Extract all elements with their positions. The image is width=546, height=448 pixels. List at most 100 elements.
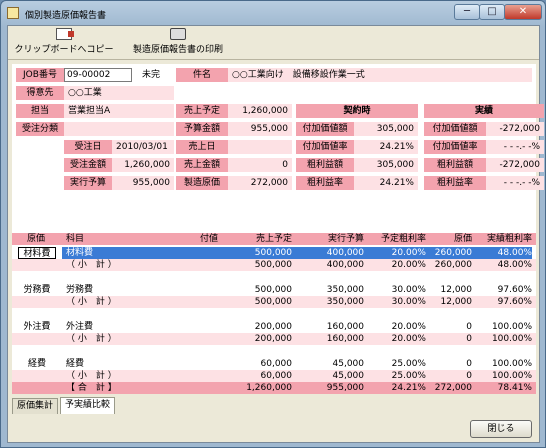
total-cell: 955,000 xyxy=(326,383,364,393)
table-cell: 100.00% xyxy=(491,334,532,344)
table-cell: 0 xyxy=(466,334,472,344)
table-cell: 400,000 xyxy=(302,247,364,259)
table-cell: 経費 xyxy=(66,359,85,369)
table-cell: 97.60% xyxy=(497,285,532,295)
contract-row-label: 粗利益額 xyxy=(296,158,354,172)
print-report-button[interactable]: 製造原価報告書の印刷 xyxy=(118,28,238,56)
contract-row-label: 粗利益率 xyxy=(296,176,354,190)
tab-strip: 原価集計 予実績比較 xyxy=(12,397,162,414)
table-cell: （ 小 計 ） xyxy=(66,371,117,381)
sales-date-value xyxy=(228,140,292,154)
maximize-button[interactable]: □ xyxy=(479,4,505,20)
status-text: 未完 xyxy=(142,70,161,80)
table-cell: 20.00% xyxy=(391,260,426,270)
sales-plan-label: 売上予定 xyxy=(176,104,228,118)
table-cell xyxy=(200,333,224,345)
total-cell: 272,000 xyxy=(434,383,472,393)
table-cell: 外注費 xyxy=(66,322,94,332)
table-row[interactable]: （ 小 計 ） 500,000 400,000 20.00% 260,000 48.00% xyxy=(12,259,536,271)
table-cell: 48.00% xyxy=(497,260,532,270)
table-cell: 97.60% xyxy=(497,297,532,307)
table-cell: 20.00% xyxy=(391,322,426,332)
mfg-cost-label: 製造原価 xyxy=(176,176,228,190)
table-row[interactable]: 経費 経費 60,000 45,000 25.00% 0 100.00% xyxy=(12,358,536,370)
total-cell: 24.21% xyxy=(391,383,426,393)
table-cell xyxy=(200,370,224,382)
table-cell: 材料費 xyxy=(18,247,56,259)
minimize-button[interactable]: ─ xyxy=(454,4,480,20)
table-cell: 労務費 xyxy=(66,285,94,295)
table-cell: 400,000 xyxy=(326,260,364,270)
total-cell: 【 合 計 】 xyxy=(66,383,117,393)
table-cell: 0 xyxy=(466,322,472,332)
column-header: 売上予定 xyxy=(255,234,292,244)
sales-amount-label: 売上金額 xyxy=(176,158,228,172)
actual-row-label: 付加価値額 xyxy=(424,122,486,136)
table-row[interactable]: 外注費 外注費 200,000 160,000 20.00% 0 100.00% xyxy=(12,321,536,333)
table-cell: 500,000 xyxy=(254,285,292,295)
contract-row-value: 24.21% xyxy=(354,176,418,190)
contract-row-value: 305,000 xyxy=(354,158,418,172)
toolbar: クリップボードへコピー 製造原価報告書の印刷 xyxy=(8,26,539,59)
table-cell: 材料費 xyxy=(66,247,186,259)
job-number-field[interactable]: 09-00002 xyxy=(64,68,132,82)
table-cell: （ 小 計 ） xyxy=(66,334,117,344)
column-header: 原価 xyxy=(453,234,472,244)
contract-row-label: 付加価値額 xyxy=(296,122,354,136)
table-cell xyxy=(200,247,224,259)
table-cell: 0 xyxy=(466,359,472,369)
table-cell: 200,000 xyxy=(254,334,292,344)
table-row[interactable]: （ 小 計 ） 60,000 45,000 25.00% 0 100.00% xyxy=(12,370,536,382)
table-cell: 20.00% xyxy=(366,247,426,259)
table-cell: （ 小 計 ） xyxy=(66,297,117,307)
actual-row-value: -272,000 xyxy=(486,158,544,172)
order-class-value xyxy=(64,122,174,136)
table-cell: 60,000 xyxy=(260,359,293,369)
staff-label: 担当 xyxy=(16,104,64,118)
table-cell xyxy=(18,259,56,271)
client-area: クリップボードへコピー 製造原価報告書の印刷 JOB番号 09-00002 未完… xyxy=(7,25,544,443)
table-row[interactable]: （ 小 計 ） 500,000 350,000 30.00% 12,000 97.60% xyxy=(12,296,536,308)
table-cell: 外注費 xyxy=(23,322,51,332)
copy-clipboard-button[interactable]: クリップボードへコピー xyxy=(14,28,114,56)
close-window-button[interactable]: ✕ xyxy=(504,4,542,20)
tab-budget-actual[interactable]: 予実績比較 xyxy=(60,397,116,414)
table-cell: 500,000 xyxy=(230,247,292,259)
table-cell: 260,000 xyxy=(434,260,472,270)
table-row[interactable]: 労務費 労務費 500,000 350,000 30.00% 12,000 97.60% xyxy=(12,284,536,296)
budget-amount-value: 955,000 xyxy=(228,122,292,136)
staff-value: 営業担当A xyxy=(64,104,174,118)
tab-cost-summary[interactable]: 原価集計 xyxy=(12,398,59,414)
sales-amount-value: 0 xyxy=(228,158,292,172)
order-amount-value: 1,260,000 xyxy=(112,158,174,172)
actual-row-value: - - -.- -% xyxy=(486,176,544,190)
table-cell: 260,000 xyxy=(432,247,472,259)
table-cell: 12,000 xyxy=(440,285,473,295)
order-date-value: 2010/03/01 xyxy=(112,140,174,154)
mfg-cost-value: 272,000 xyxy=(228,176,292,190)
table-cell: 350,000 xyxy=(326,285,364,295)
table-cell xyxy=(18,296,56,308)
table-cell xyxy=(200,259,224,271)
order-class-label: 受注分類 xyxy=(16,122,64,136)
table-cell: 20.00% xyxy=(391,334,426,344)
table-cell: （ 小 計 ） xyxy=(66,260,117,270)
table-row[interactable]: 材料費 材料費 500,000 400,000 20.00% 260,000 48.00% xyxy=(12,247,536,259)
title-bar[interactable]: 個別製造原価報告書 ─ □ ✕ xyxy=(1,1,545,27)
client-value: ○○工業 xyxy=(64,86,174,100)
toolbar-separator xyxy=(8,59,539,60)
table-cell: 30.00% xyxy=(391,297,426,307)
actual-row-label: 粗利益率 xyxy=(424,176,486,190)
copy-clipboard-label: クリップボードへコピー xyxy=(14,45,114,55)
budget-amount-label: 予算金額 xyxy=(176,122,228,136)
table-cell: 100.00% xyxy=(491,359,532,369)
item-value: ○○工業向け 設備移設作業一式 xyxy=(228,68,532,82)
column-header: 予定粗利率 xyxy=(380,234,426,244)
sales-plan-value: 1,260,000 xyxy=(228,104,292,118)
table-row[interactable]: （ 小 計 ） 200,000 160,000 20.00% 0 100.00% xyxy=(12,333,536,345)
column-header: 付値 xyxy=(200,234,219,244)
table-cell: 30.00% xyxy=(391,285,426,295)
table-cell xyxy=(18,333,56,345)
close-button[interactable]: 閉じる xyxy=(470,420,532,438)
table-cell: 25.00% xyxy=(391,371,426,381)
